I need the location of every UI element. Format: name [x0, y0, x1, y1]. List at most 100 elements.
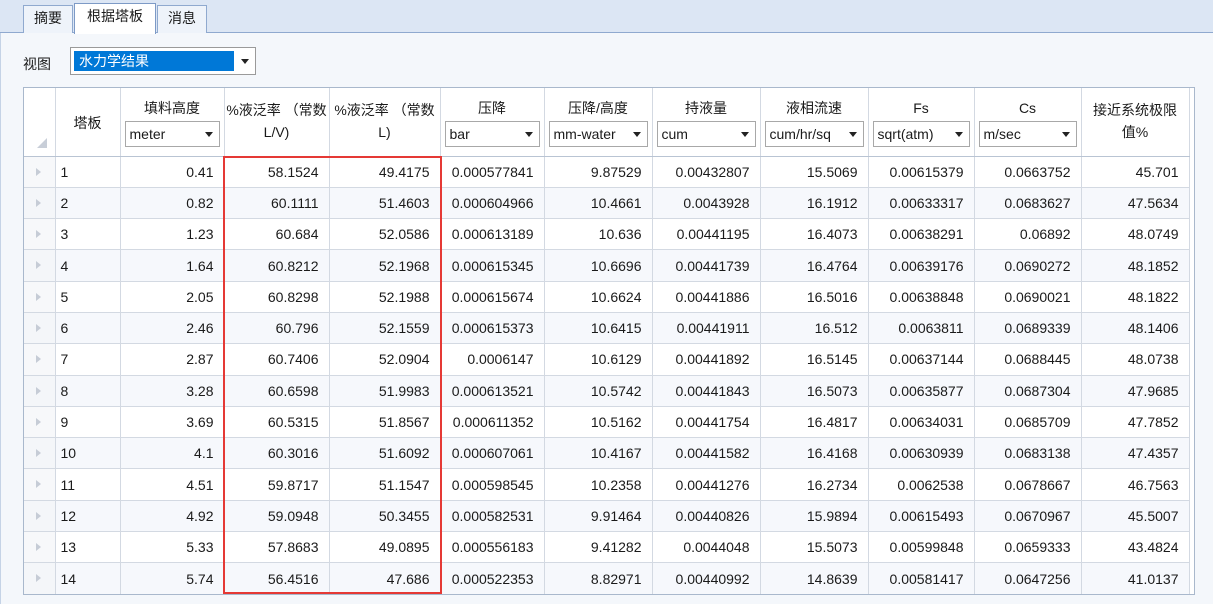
- table-cell[interactable]: 16.5016: [760, 281, 869, 313]
- row-selector[interactable]: [24, 562, 56, 594]
- table-cell[interactable]: 0.000522353: [440, 562, 545, 594]
- table-cell[interactable]: 52.1559: [329, 312, 441, 345]
- table-cell[interactable]: 0.41: [120, 156, 225, 188]
- unit-dropdown[interactable]: meter: [124, 121, 220, 147]
- table-row[interactable]: 10 4.1 60.3016 51.6092 0.000607061 10.4167 0.0…: [24, 437, 1190, 470]
- table-cell[interactable]: 0.00638848: [868, 281, 975, 313]
- unit-dropdown[interactable]: m/sec: [978, 121, 1077, 147]
- table-cell[interactable]: 10.6624: [544, 281, 653, 313]
- table-cell[interactable]: 60.6598: [224, 375, 330, 407]
- table-cell[interactable]: 60.7406: [224, 343, 330, 376]
- table-cell[interactable]: 0.000615345: [440, 249, 545, 282]
- table-cell[interactable]: 9.87529: [544, 156, 653, 188]
- table-cell[interactable]: 10.4167: [544, 437, 653, 470]
- table-cell[interactable]: 50.3455: [329, 500, 441, 533]
- table-cell[interactable]: 59.0948: [224, 500, 330, 533]
- table-cell[interactable]: 16.4817: [760, 406, 869, 439]
- table-cell[interactable]: 5: [55, 281, 121, 313]
- select-all-corner[interactable]: [24, 88, 56, 157]
- table-cell[interactable]: 47.5634: [1081, 187, 1190, 220]
- table-cell[interactable]: 0.00441892: [652, 343, 761, 376]
- row-selector[interactable]: [24, 343, 56, 376]
- table-cell[interactable]: 0.00633317: [868, 187, 975, 220]
- table-cell[interactable]: 0.0685709: [974, 406, 1082, 439]
- unit-dropdown[interactable]: mm-water: [548, 121, 648, 147]
- table-cell[interactable]: 0.0062538: [868, 468, 975, 501]
- table-cell[interactable]: 0.000598545: [440, 468, 545, 501]
- table-cell[interactable]: 14.8639: [760, 562, 869, 594]
- table-cell[interactable]: 2.05: [120, 281, 225, 313]
- table-row[interactable]: 7 2.87 60.7406 52.0904 0.0006147 10.6129 0.004…: [24, 343, 1190, 376]
- table-cell[interactable]: 0.0683627: [974, 187, 1082, 220]
- table-cell[interactable]: 0.00639176: [868, 249, 975, 282]
- table-cell[interactable]: 16.4168: [760, 437, 869, 470]
- table-cell[interactable]: 5.74: [120, 562, 225, 594]
- row-selector[interactable]: [24, 500, 56, 533]
- table-cell[interactable]: 0.00441195: [652, 218, 761, 251]
- table-cell[interactable]: 10.5742: [544, 375, 653, 407]
- table-row[interactable]: 6 2.46 60.796 52.1559 0.000615373 10.6415 0.00…: [24, 312, 1190, 345]
- tab-messages[interactable]: 消息: [157, 5, 207, 33]
- table-cell[interactable]: 10.4661: [544, 187, 653, 220]
- row-selector[interactable]: [24, 406, 56, 439]
- table-cell[interactable]: 60.3016: [224, 437, 330, 470]
- table-row[interactable]: 9 3.69 60.5315 51.8567 0.000611352 10.5162 0.0…: [24, 406, 1190, 439]
- unit-dropdown[interactable]: cum: [656, 121, 756, 147]
- table-cell[interactable]: 0.00432807: [652, 156, 761, 188]
- table-cell[interactable]: 10.2358: [544, 468, 653, 501]
- table-cell[interactable]: 45.5007: [1081, 500, 1190, 533]
- table-cell[interactable]: 0.00441843: [652, 375, 761, 407]
- row-selector[interactable]: [24, 437, 56, 470]
- table-row[interactable]: 4 1.64 60.8212 52.1968 0.000615345 10.6696 0.0…: [24, 249, 1190, 282]
- table-cell[interactable]: 52.1988: [329, 281, 441, 313]
- table-cell[interactable]: 10.5162: [544, 406, 653, 439]
- table-cell[interactable]: 0.00581417: [868, 562, 975, 594]
- table-cell[interactable]: 16.4764: [760, 249, 869, 282]
- table-cell[interactable]: 41.0137: [1081, 562, 1190, 594]
- table-cell[interactable]: 47.9685: [1081, 375, 1190, 407]
- table-cell[interactable]: 4.1: [120, 437, 225, 470]
- table-cell[interactable]: 51.8567: [329, 406, 441, 439]
- table-cell[interactable]: 16.512: [760, 312, 869, 345]
- table-cell[interactable]: 0.00441582: [652, 437, 761, 470]
- table-cell[interactable]: 8: [55, 375, 121, 407]
- table-cell[interactable]: 2.87: [120, 343, 225, 376]
- table-cell[interactable]: 14: [55, 562, 121, 594]
- table-cell[interactable]: 10: [55, 437, 121, 470]
- table-cell[interactable]: 0.00441754: [652, 406, 761, 439]
- table-cell[interactable]: 1.64: [120, 249, 225, 282]
- table-cell[interactable]: 49.4175: [329, 156, 441, 188]
- table-cell[interactable]: 6: [55, 312, 121, 345]
- table-cell[interactable]: 10.6129: [544, 343, 653, 376]
- table-cell[interactable]: 0.0690272: [974, 249, 1082, 282]
- table-cell[interactable]: 9.41282: [544, 531, 653, 564]
- table-cell[interactable]: 51.4603: [329, 187, 441, 220]
- table-cell[interactable]: 3: [55, 218, 121, 251]
- table-cell[interactable]: 2: [55, 187, 121, 220]
- table-cell[interactable]: 0.0688445: [974, 343, 1082, 376]
- table-cell[interactable]: 3.69: [120, 406, 225, 439]
- unit-dropdown[interactable]: cum/hr/sq: [764, 121, 864, 147]
- table-cell[interactable]: 59.8717: [224, 468, 330, 501]
- table-row[interactable]: 11 4.51 59.8717 51.1547 0.000598545 10.2358 0.…: [24, 468, 1190, 501]
- table-cell[interactable]: 4.92: [120, 500, 225, 533]
- table-cell[interactable]: 0.0006147: [440, 343, 545, 376]
- table-cell[interactable]: 60.1111: [224, 187, 330, 220]
- row-selector[interactable]: [24, 375, 56, 407]
- table-cell[interactable]: 15.5073: [760, 531, 869, 564]
- table-cell[interactable]: 7: [55, 343, 121, 376]
- table-cell[interactable]: 0.0647256: [974, 562, 1082, 594]
- table-cell[interactable]: 0.0043928: [652, 187, 761, 220]
- table-cell[interactable]: 0.00615379: [868, 156, 975, 188]
- table-cell[interactable]: 15.5069: [760, 156, 869, 188]
- table-cell[interactable]: 52.0586: [329, 218, 441, 251]
- table-cell[interactable]: 0.00634031: [868, 406, 975, 439]
- table-row[interactable]: 12 4.92 59.0948 50.3455 0.000582531 9.91464 0.…: [24, 500, 1190, 533]
- table-cell[interactable]: 10.6415: [544, 312, 653, 345]
- table-cell[interactable]: 47.7852: [1081, 406, 1190, 439]
- table-cell[interactable]: 11: [55, 468, 121, 501]
- table-cell[interactable]: 51.6092: [329, 437, 441, 470]
- table-row[interactable]: 1 0.41 58.1524 49.4175 0.000577841 9.87529 0.0…: [24, 156, 1190, 188]
- table-cell[interactable]: 0.0670967: [974, 500, 1082, 533]
- row-selector[interactable]: [24, 156, 56, 188]
